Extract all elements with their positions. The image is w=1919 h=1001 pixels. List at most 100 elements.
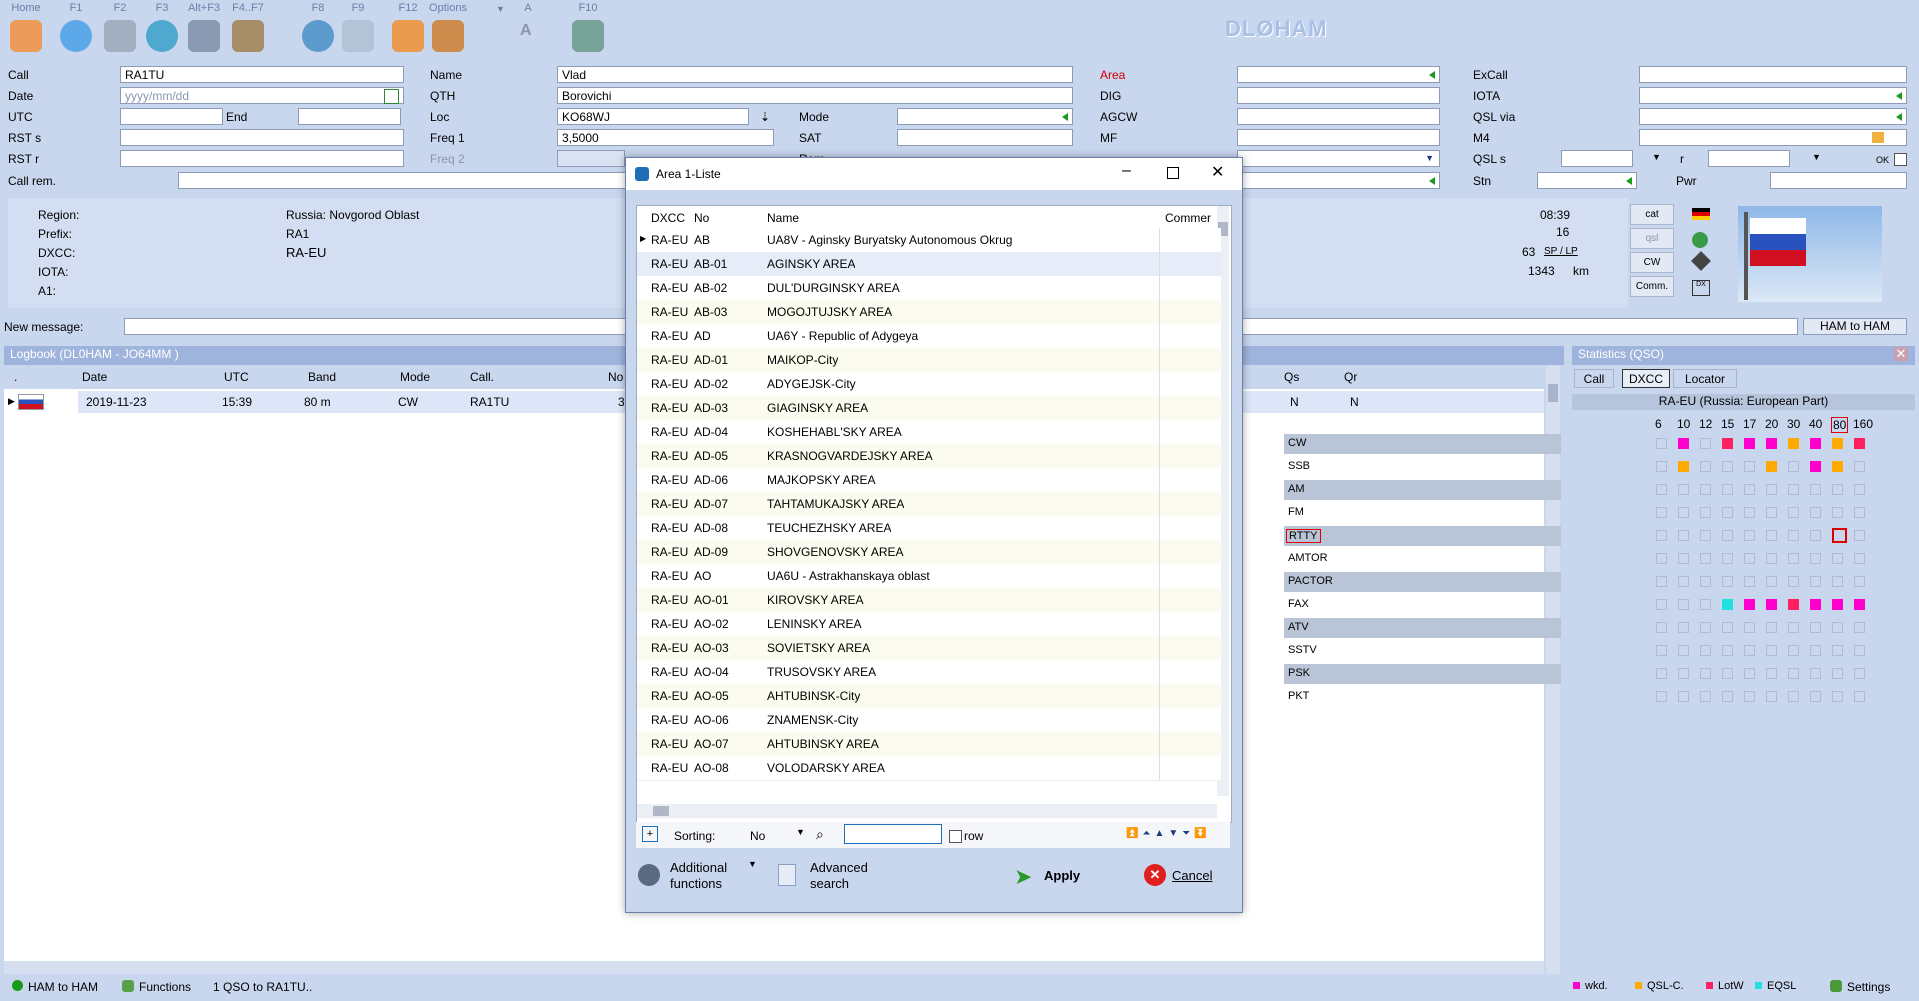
- qso-cell[interactable]: [1700, 576, 1711, 587]
- qso-cell[interactable]: [1766, 484, 1777, 495]
- ok-checkbox[interactable]: [1894, 153, 1907, 166]
- qso-cell[interactable]: [1700, 507, 1711, 518]
- qso-cell[interactable]: [1832, 528, 1847, 543]
- qso-cell[interactable]: [1854, 553, 1865, 564]
- sat-input[interactable]: [897, 129, 1073, 146]
- qso-cell[interactable]: [1700, 645, 1711, 656]
- satellite-icon[interactable]: [188, 20, 220, 52]
- qso-cell[interactable]: [1766, 622, 1777, 633]
- cat-button[interactable]: cat: [1630, 204, 1674, 225]
- mode-label[interactable]: FAX: [1288, 598, 1309, 610]
- toolbar-key-2[interactable]: F2: [98, 2, 142, 14]
- qso-cell[interactable]: [1722, 599, 1733, 610]
- qso-cell[interactable]: [1722, 645, 1733, 656]
- toolbar-key-1[interactable]: F1: [54, 2, 98, 14]
- mode-label[interactable]: AMTOR: [1288, 552, 1328, 564]
- qso-cell[interactable]: [1810, 484, 1821, 495]
- list-item[interactable]: ▶ RA-EU AB UA8V - Aginsky Buryatsky Autonom…: [637, 228, 1221, 253]
- area-input[interactable]: [1237, 66, 1440, 83]
- list-item[interactable]: RA-EU AO-02 LENINSKY AREA: [637, 612, 1221, 637]
- qso-cell[interactable]: [1854, 645, 1865, 656]
- qso-cell[interactable]: [1854, 530, 1865, 541]
- toolbar-key-7[interactable]: F9: [336, 2, 380, 14]
- row-checkbox[interactable]: [949, 830, 962, 843]
- qso-cell[interactable]: [1766, 576, 1777, 587]
- qsl-icon[interactable]: [342, 20, 374, 52]
- qso-cell[interactable]: [1722, 576, 1733, 587]
- qso-cell[interactable]: [1744, 553, 1755, 564]
- status-settings[interactable]: Settings: [1847, 980, 1890, 994]
- toolbar-key-9[interactable]: Options: [426, 2, 470, 14]
- qso-cell[interactable]: [1744, 668, 1755, 679]
- logbook-hscrollbar[interactable]: [4, 961, 1544, 974]
- qso-cell[interactable]: [1744, 461, 1755, 472]
- qso-cell[interactable]: [1678, 530, 1689, 541]
- qso-cell[interactable]: [1744, 484, 1755, 495]
- qso-cell[interactable]: [1678, 576, 1689, 587]
- qsl-sent-input[interactable]: [1561, 150, 1633, 167]
- list-item[interactable]: RA-EU AD-02 ADYGEJSK-City: [637, 372, 1221, 397]
- qso-cell[interactable]: [1744, 507, 1755, 518]
- call-input[interactable]: RA1TU: [120, 66, 404, 83]
- font-size-icon[interactable]: A: [520, 22, 532, 40]
- qso-cell[interactable]: [1678, 438, 1689, 449]
- mode-select[interactable]: [897, 108, 1073, 125]
- qso-cell[interactable]: [1678, 461, 1689, 472]
- qso-cell[interactable]: [1832, 484, 1843, 495]
- rst-received-input[interactable]: [120, 150, 404, 167]
- qso-cell[interactable]: [1656, 461, 1667, 472]
- area-col-2[interactable]: Name: [767, 211, 799, 225]
- close-icon[interactable]: ✕: [1894, 347, 1908, 361]
- qso-cell[interactable]: [1744, 576, 1755, 587]
- mode-label[interactable]: PACTOR: [1288, 575, 1333, 587]
- qso-cell[interactable]: [1766, 691, 1777, 702]
- status-functions[interactable]: Functions: [139, 980, 191, 994]
- stats-tab-locator[interactable]: Locator: [1673, 369, 1737, 388]
- home-icon[interactable]: [10, 20, 42, 52]
- qsl-button[interactable]: qsl: [1630, 228, 1674, 249]
- qso-cell[interactable]: [1854, 576, 1865, 587]
- qso-cell[interactable]: [1678, 691, 1689, 702]
- world-search-icon[interactable]: [302, 20, 334, 52]
- dx-cluster-icon[interactable]: DX: [1692, 280, 1710, 296]
- qso-cell[interactable]: [1700, 553, 1711, 564]
- logbook-col-5[interactable]: Call.: [470, 370, 494, 384]
- qsl-received-dropdown-icon[interactable]: ▼: [1812, 152, 1821, 162]
- logbook-col-4[interactable]: Mode: [400, 370, 430, 384]
- qso-cell[interactable]: [1700, 622, 1711, 633]
- remark-input[interactable]: [1237, 172, 1440, 189]
- list-item[interactable]: RA-EU AB-03 MOGOJTUJSKY AREA: [637, 300, 1221, 325]
- qso-cell[interactable]: [1810, 507, 1821, 518]
- qso-cell[interactable]: [1700, 484, 1711, 495]
- qso-cell[interactable]: [1722, 461, 1733, 472]
- toolbar-key-0[interactable]: Home: [4, 2, 48, 14]
- list-item[interactable]: RA-EU AO-01 KIROVSKY AREA: [637, 588, 1221, 613]
- logbook-col-3[interactable]: Band: [308, 370, 336, 384]
- utc-input[interactable]: [120, 108, 223, 125]
- list-item[interactable]: RA-EU AB-02 DUL'DURGINSKY AREA: [637, 276, 1221, 301]
- list-item[interactable]: RA-EU AO-06 ZNAMENSK-City: [637, 708, 1221, 733]
- add-icon[interactable]: +: [642, 826, 658, 842]
- locator-input[interactable]: KO68WJ: [557, 108, 749, 125]
- qso-cell[interactable]: [1788, 691, 1799, 702]
- qso-cell[interactable]: [1766, 461, 1777, 472]
- locator-download-icon[interactable]: ⇣: [760, 110, 770, 124]
- logbook-col-6[interactable]: No: [608, 370, 623, 384]
- sp-lp-link[interactable]: SP / LP: [1544, 246, 1578, 257]
- qso-cell[interactable]: [1656, 599, 1667, 610]
- scroll-thumb[interactable]: [653, 806, 669, 816]
- qso-cell[interactable]: [1810, 622, 1821, 633]
- qso-cell[interactable]: [1832, 691, 1843, 702]
- qso-cell[interactable]: [1656, 438, 1667, 449]
- excall-input[interactable]: [1639, 66, 1907, 83]
- qso-cell[interactable]: [1744, 622, 1755, 633]
- qso-cell[interactable]: [1656, 507, 1667, 518]
- qso-cell[interactable]: [1810, 576, 1821, 587]
- qso-cell[interactable]: [1832, 622, 1843, 633]
- qso-cell[interactable]: [1678, 622, 1689, 633]
- list-item[interactable]: RA-EU AB-01 AGINSKY AREA: [637, 252, 1221, 277]
- qso-cell[interactable]: [1788, 622, 1799, 633]
- qso-cell[interactable]: [1722, 507, 1733, 518]
- qso-cell[interactable]: [1788, 668, 1799, 679]
- toolbar-key-6[interactable]: F8: [296, 2, 340, 14]
